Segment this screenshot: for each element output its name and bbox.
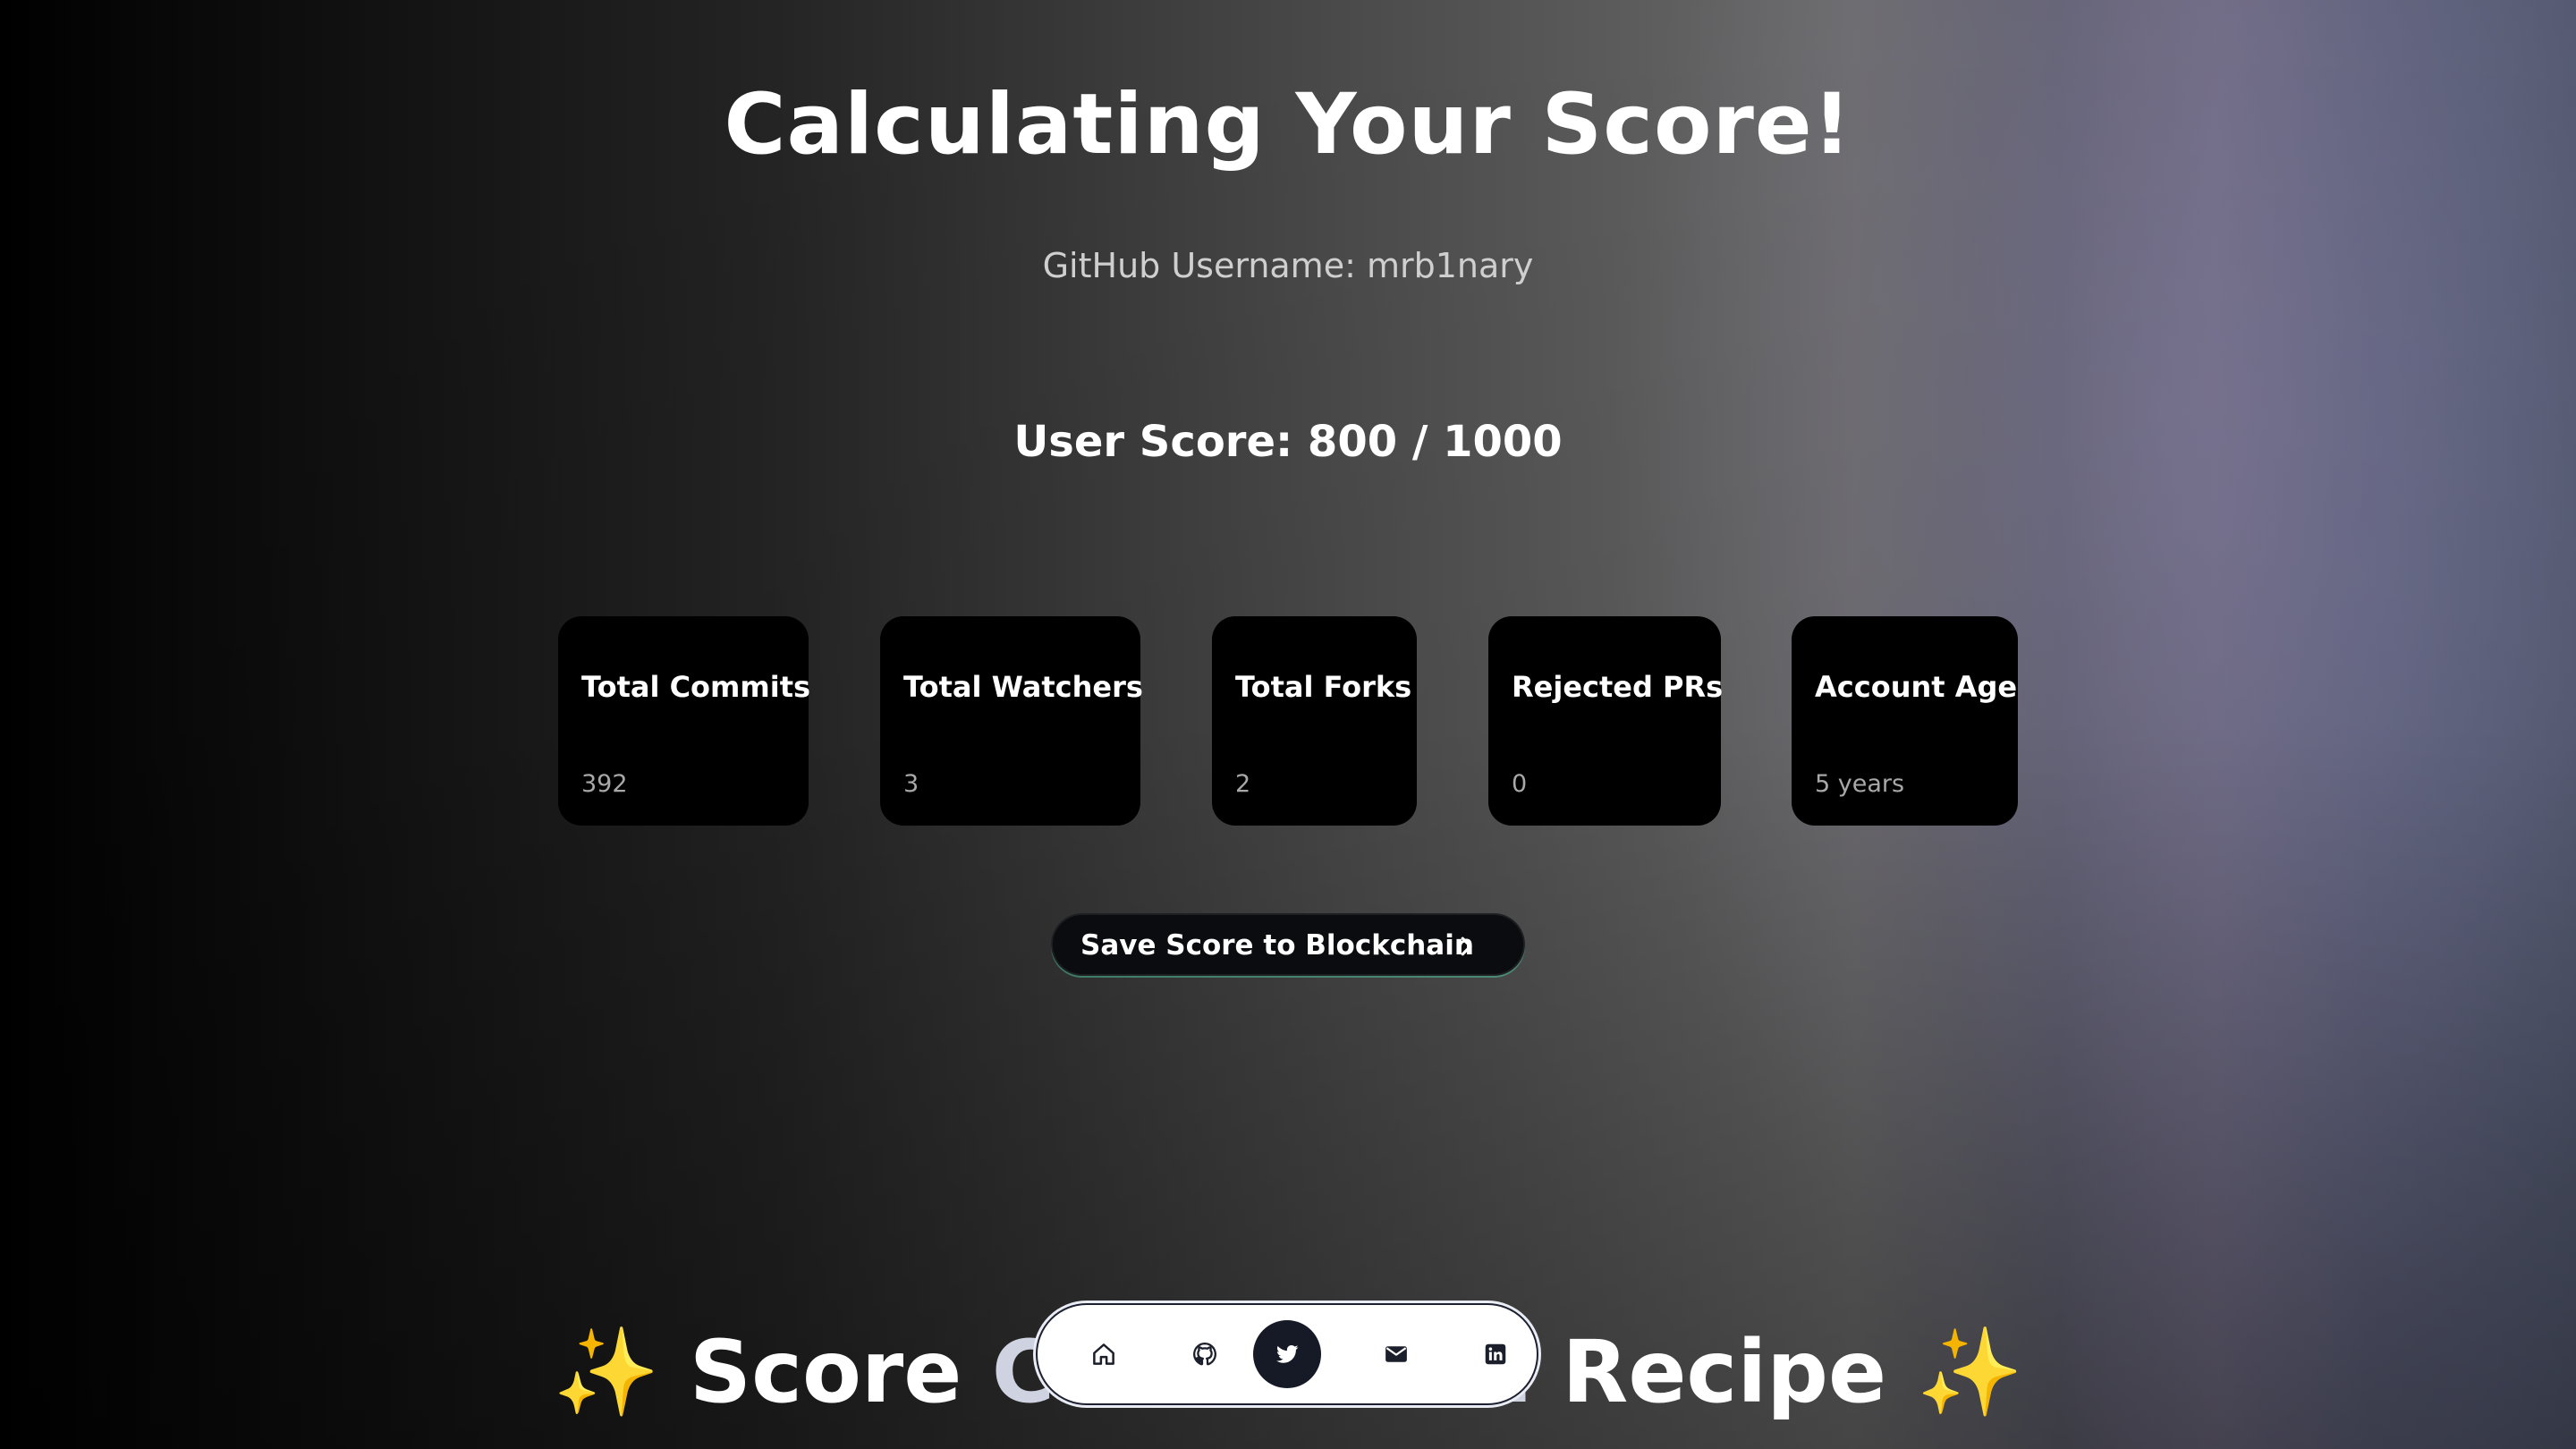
stat-value: 0	[1512, 770, 1528, 798]
stat-label: Account Age	[1815, 670, 2018, 704]
stat-value: 3	[903, 770, 919, 798]
linkedin-icon	[1485, 1343, 1506, 1365]
stat-value: 2	[1235, 770, 1251, 798]
stat-label: Total Forks	[1235, 670, 1412, 704]
mail-icon	[1385, 1346, 1407, 1362]
stat-label: Rejected PRs	[1512, 670, 1724, 704]
stat-card-total-watchers: Total Watchers 3	[880, 616, 1143, 826]
dock-github-link[interactable]	[1171, 1320, 1239, 1388]
stat-value: 392	[581, 770, 628, 798]
dock-twitter-link[interactable]	[1253, 1320, 1321, 1388]
stat-value: 5 years	[1815, 770, 1905, 798]
github-icon	[1193, 1343, 1216, 1366]
dock-mail-link[interactable]	[1362, 1320, 1430, 1388]
stat-label: Total Watchers	[903, 670, 1143, 704]
user-score: User Score: 800 / 1000	[1013, 417, 1563, 467]
twitter-icon	[1276, 1345, 1299, 1363]
dock-home-link[interactable]	[1070, 1320, 1138, 1388]
sparkles-icon: ✨	[1916, 1322, 2024, 1422]
floating-dock	[1036, 1303, 1538, 1405]
save-score-label: Save Score to Blockchain	[1080, 929, 1474, 962]
save-score-button[interactable]: Save Score to Blockchain	[1051, 913, 1525, 976]
chevron-right-icon	[1461, 936, 1472, 956]
home-icon	[1093, 1343, 1114, 1365]
sparkles-icon: ✨	[552, 1322, 660, 1422]
recipe-heading-suffix: Recipe	[1562, 1322, 1887, 1422]
stat-card-account-age: Account Age 5 years	[1792, 616, 2018, 826]
stat-label: Total Commits	[581, 670, 811, 704]
stat-card-total-commits: Total Commits 392	[558, 616, 811, 826]
dock-linkedin-link[interactable]	[1462, 1320, 1530, 1388]
github-username: GitHub Username: mrb1nary	[1042, 246, 1534, 285]
stat-card-total-forks: Total Forks 2	[1212, 616, 1417, 826]
page-title: Calculating Your Score!	[724, 76, 1852, 174]
stat-card-rejected-prs: Rejected PRs 0	[1488, 616, 1724, 826]
recipe-heading-prefix: Score	[689, 1322, 962, 1422]
